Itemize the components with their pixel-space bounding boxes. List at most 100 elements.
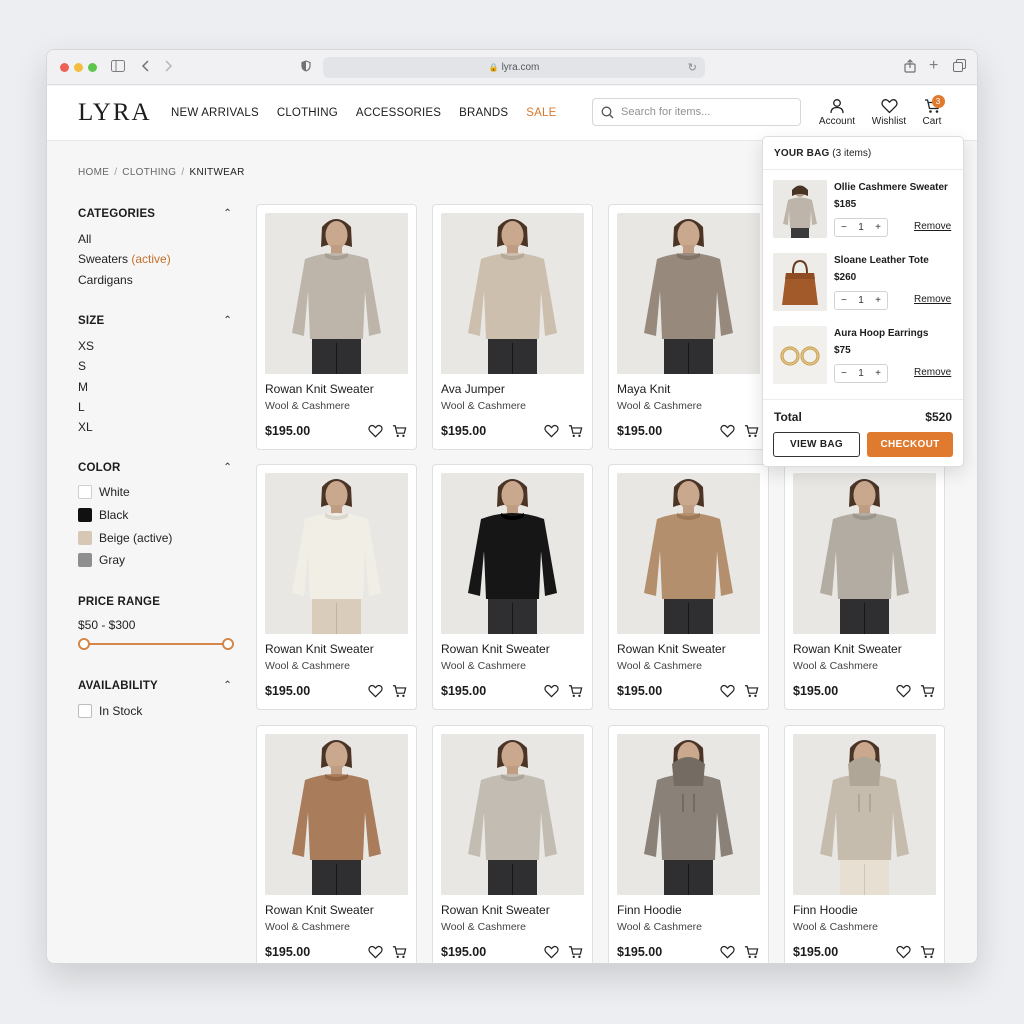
size-s[interactable]: S [78, 359, 86, 373]
checkout-button[interactable]: CHECKOUT [867, 432, 953, 457]
category-sweaters[interactable]: Sweaters (active) [78, 252, 171, 266]
maximize-window-button[interactable] [88, 63, 97, 72]
color-filter-header[interactable]: COLOR ⌃ [78, 462, 232, 474]
product-name[interactable]: Rowan Knit Sweater [441, 903, 550, 917]
bag-item-name[interactable]: Ollie Cashmere Sweater [834, 182, 948, 193]
product-name[interactable]: Rowan Knit Sweater [265, 382, 374, 396]
plus-icon[interactable]: + [875, 368, 881, 379]
product-image[interactable] [265, 734, 408, 895]
product-card[interactable]: Rowan Knit Sweater Wool & Cashmere $195.… [432, 464, 593, 710]
wishlist-heart-icon[interactable] [544, 945, 559, 963]
remove-link[interactable]: Remove [914, 367, 951, 378]
nav-clothing[interactable]: CLOTHING [277, 107, 338, 119]
search-input[interactable] [621, 106, 791, 118]
wishlist-heart-icon[interactable] [544, 424, 559, 443]
product-card[interactable]: Finn Hoodie Wool & Cashmere $195.00 [784, 725, 945, 963]
nav-brands[interactable]: BRANDS [459, 107, 508, 119]
share-icon[interactable] [904, 59, 916, 76]
availability-in-stock[interactable]: In Stock [78, 704, 142, 718]
product-image[interactable] [441, 734, 584, 895]
in-stock-checkbox[interactable] [78, 704, 92, 718]
sidebar-toggle-icon[interactable] [111, 59, 125, 75]
product-card[interactable]: Rowan Knit Sweater Wool & Cashmere $195.… [256, 725, 417, 963]
price-slider-track[interactable] [84, 643, 228, 645]
wishlist-heart-icon[interactable] [720, 424, 735, 443]
add-to-cart-icon[interactable] [744, 684, 759, 703]
wishlist-heart-icon[interactable] [720, 684, 735, 703]
wishlist-heart-icon[interactable] [368, 684, 383, 703]
cart-button[interactable]: 3 Cart [919, 95, 945, 127]
product-image[interactable] [441, 213, 584, 374]
add-to-cart-icon[interactable] [392, 684, 407, 703]
product-name[interactable]: Rowan Knit Sweater [793, 642, 902, 656]
nav-accessories[interactable]: ACCESSORIES [356, 107, 441, 119]
product-name[interactable]: Maya Knit [617, 382, 670, 396]
product-image[interactable] [265, 473, 408, 634]
tab-overview-icon[interactable] [953, 59, 966, 75]
product-card[interactable]: Rowan Knit Sweater Wool & Cashmere $195.… [256, 464, 417, 710]
privacy-shield-icon[interactable] [301, 59, 311, 75]
product-name[interactable]: Rowan Knit Sweater [441, 642, 550, 656]
account-button[interactable]: Account [816, 98, 858, 127]
add-to-cart-icon[interactable] [744, 424, 759, 443]
minus-icon[interactable]: − [841, 295, 847, 306]
color-black[interactable]: Black [78, 508, 128, 522]
minimize-window-button[interactable] [74, 63, 83, 72]
add-to-cart-icon[interactable] [744, 945, 759, 963]
product-image[interactable] [617, 213, 760, 374]
size-m[interactable]: M [78, 380, 88, 394]
wishlist-heart-icon[interactable] [544, 684, 559, 703]
product-card[interactable]: Ava Jumper Wool & Cashmere $195.00 [432, 204, 593, 450]
add-to-cart-icon[interactable] [568, 424, 583, 443]
breadcrumb-home[interactable]: HOME [78, 167, 109, 178]
bag-item-name[interactable]: Sloane Leather Tote [834, 255, 929, 266]
product-name[interactable]: Rowan Knit Sweater [265, 903, 374, 917]
product-name[interactable]: Finn Hoodie [793, 903, 858, 917]
product-card[interactable]: Finn Hoodie Wool & Cashmere $195.00 [608, 725, 769, 963]
nav-sale[interactable]: SALE [526, 107, 556, 119]
wishlist-heart-icon[interactable] [368, 424, 383, 443]
back-icon[interactable] [141, 59, 151, 75]
minus-icon[interactable]: − [841, 222, 847, 233]
product-thumbnail[interactable] [773, 253, 827, 311]
address-bar[interactable]: 🔒 lyra.com ↻ [323, 57, 705, 78]
nav-new-arrivals[interactable]: NEW ARRIVALS [171, 107, 259, 119]
product-name[interactable]: Rowan Knit Sweater [265, 642, 374, 656]
new-tab-icon[interactable]: + [929, 58, 938, 74]
product-card[interactable]: Rowan Knit Sweater Wool & Cashmere $195.… [256, 204, 417, 450]
forward-icon[interactable] [163, 59, 173, 75]
product-thumbnail[interactable] [773, 180, 827, 238]
minus-icon[interactable]: − [841, 368, 847, 379]
plus-icon[interactable]: + [875, 222, 881, 233]
remove-link[interactable]: Remove [914, 221, 951, 232]
site-logo[interactable]: LYRA [78, 99, 152, 127]
size-xl[interactable]: XL [78, 420, 93, 434]
add-to-cart-icon[interactable] [920, 684, 935, 703]
size-filter-header[interactable]: SIZE ⌃ [78, 315, 232, 327]
size-xs[interactable]: XS [78, 339, 94, 353]
color-white[interactable]: White [78, 485, 130, 499]
wishlist-heart-icon[interactable] [896, 684, 911, 703]
add-to-cart-icon[interactable] [392, 424, 407, 443]
product-image[interactable] [265, 213, 408, 374]
product-name[interactable]: Ava Jumper [441, 382, 505, 396]
wishlist-heart-icon[interactable] [896, 945, 911, 963]
plus-icon[interactable]: + [875, 295, 881, 306]
size-l[interactable]: L [78, 400, 85, 414]
color-beige[interactable]: Beige (active) [78, 531, 172, 545]
product-image[interactable] [617, 734, 760, 895]
close-window-button[interactable] [60, 63, 69, 72]
reload-icon[interactable]: ↻ [688, 61, 697, 74]
bag-item-name[interactable]: Aura Hoop Earrings [834, 328, 928, 339]
add-to-cart-icon[interactable] [568, 684, 583, 703]
remove-link[interactable]: Remove [914, 294, 951, 305]
view-bag-button[interactable]: VIEW BAG [773, 432, 860, 457]
product-card[interactable]: Maya Knit Wool & Cashmere $195.00 [608, 204, 769, 450]
product-name[interactable]: Rowan Knit Sweater [617, 642, 726, 656]
product-image[interactable] [441, 473, 584, 634]
categories-filter-header[interactable]: CATEGORIES ⌃ [78, 208, 232, 220]
product-card[interactable]: Rowan Knit Sweater Wool & Cashmere $195.… [432, 725, 593, 963]
chevron-up-icon[interactable]: ⌃ [223, 462, 232, 473]
product-card[interactable]: Rowan Knit Sweater Wool & Cashmere $195.… [784, 464, 945, 710]
availability-filter-header[interactable]: AVAILABILITY ⌃ [78, 680, 232, 692]
